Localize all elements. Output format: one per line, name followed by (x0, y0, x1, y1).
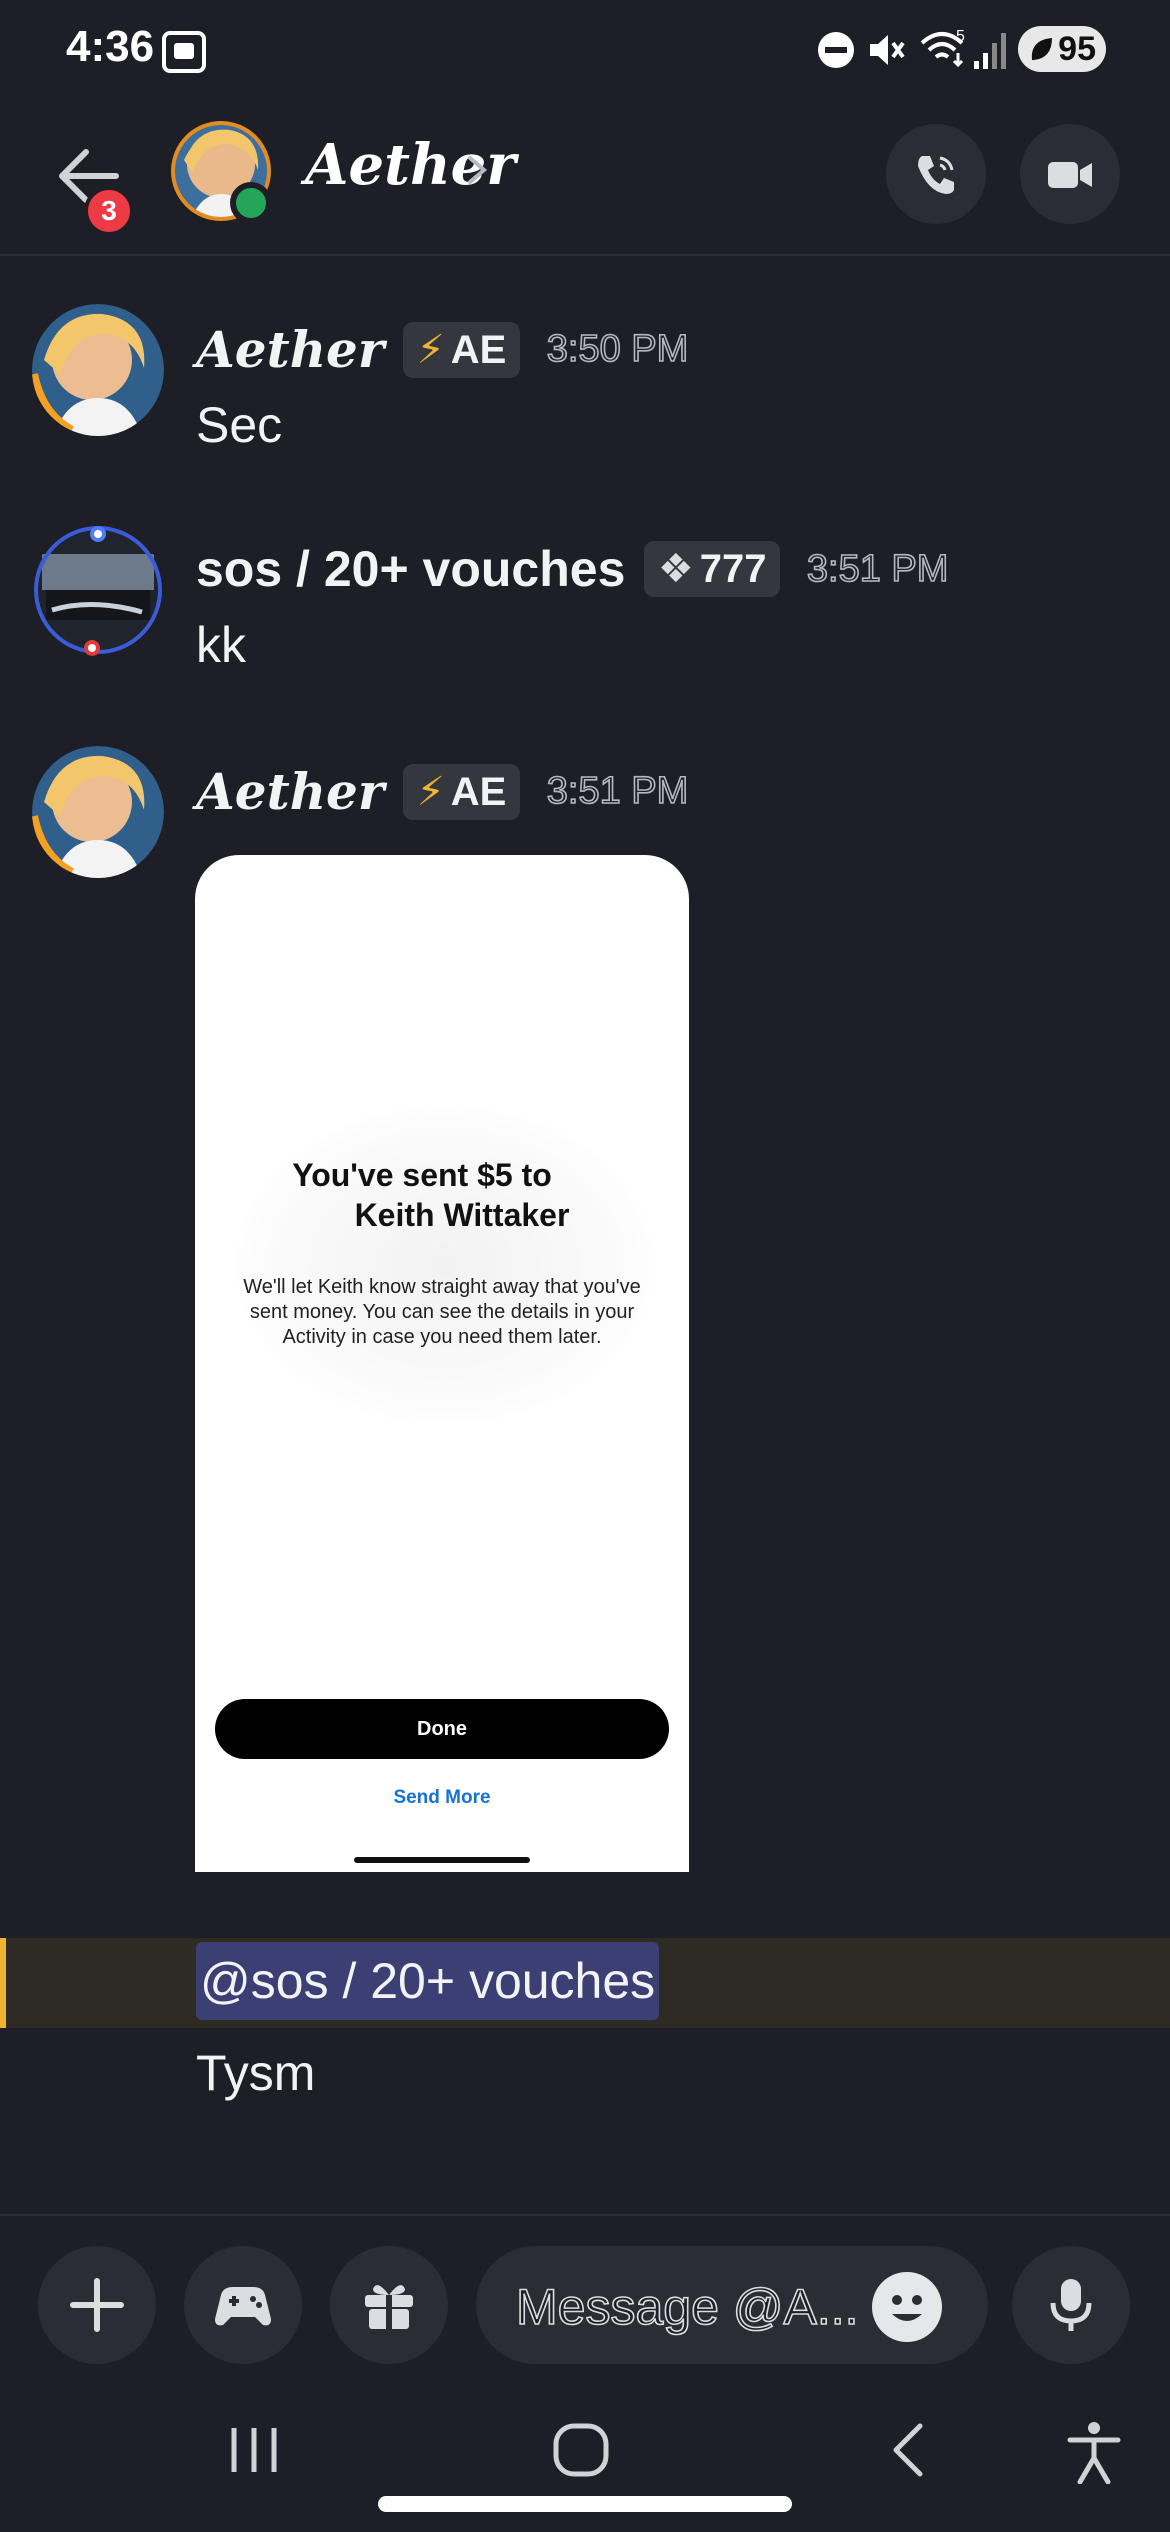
server-tag-label: 777 (699, 547, 767, 591)
send-more-link: Send More (393, 1787, 491, 1808)
battery-level: 95 (1058, 30, 1096, 68)
online-status-indicator (230, 182, 272, 224)
svg-text:5: 5 (956, 28, 965, 45)
lightning-icon: ⚡ (416, 327, 445, 372)
gamepad-icon (215, 2287, 271, 2326)
phone-call-icon (918, 156, 954, 194)
server-tag-label: AE (450, 769, 507, 814)
power-saving-icon (1031, 38, 1052, 60)
wifi-icon: 5 (920, 28, 965, 68)
server-tag[interactable]: ⚡ AE (402, 763, 521, 820)
video-call-button[interactable] (1020, 124, 1120, 224)
screenshot-icon (162, 31, 206, 73)
server-tag[interactable]: ⚡ AE (402, 321, 521, 378)
chevron-right-icon[interactable] (462, 150, 492, 190)
emoji-icon (892, 2295, 922, 2321)
voice-message-button[interactable] (1012, 2246, 1130, 2364)
message-input-placeholder: Message @A... (515, 2278, 859, 2336)
unread-badge: 3 (84, 186, 134, 236)
message-input[interactable]: Message @A... (476, 2246, 988, 2364)
avatar[interactable] (32, 746, 164, 878)
username[interactable]: sos / 20+ vouches (196, 540, 625, 598)
username[interactable]: Aether (196, 320, 384, 379)
discord-dm-screen: 4:36 5 95 3 Aether Aether ⚡ AE 3:50 PM S… (0, 0, 1170, 2532)
message-text: Tysm (196, 2045, 316, 2101)
battery-icon: 95 (1018, 26, 1106, 72)
dm-header: 3 Aether (0, 110, 1170, 256)
server-tag[interactable]: ❖ 777 (643, 541, 781, 597)
plus-icon (70, 2278, 124, 2332)
mute-icon (870, 35, 905, 65)
mention-highlight-row: @sos / 20+ vouches (0, 1938, 1170, 2028)
lightning-icon: ⚡ (416, 769, 445, 814)
server-tag-label: AE (450, 327, 507, 372)
add-attachment-button[interactable] (38, 2246, 156, 2364)
gift-button[interactable] (330, 2246, 448, 2364)
timestamp: 3:51 PM (546, 769, 689, 813)
emoji-button[interactable] (872, 2272, 942, 2342)
voice-call-button[interactable] (886, 124, 986, 224)
status-bar: 4:36 5 95 (0, 0, 1170, 100)
activities-button[interactable] (184, 2246, 302, 2364)
avatar[interactable] (32, 524, 164, 656)
home-icon[interactable] (550, 2420, 612, 2480)
timestamp: 3:50 PM (546, 327, 689, 371)
gesture-handle[interactable] (378, 2496, 792, 2512)
avatar[interactable] (32, 304, 164, 436)
microphone-icon (1050, 2279, 1092, 2331)
home-indicator (354, 1857, 530, 1863)
sparkle-icon: ❖ (657, 547, 694, 591)
signal-icon (974, 33, 1006, 69)
payment-confirmation-title: You've sent $5 to Keith Wittaker (292, 1157, 570, 1233)
message-header: sos / 20+ vouches ❖ 777 3:51 PM (196, 540, 949, 610)
system-navigation-bar (0, 2384, 1170, 2532)
timestamp: 3:51 PM (806, 547, 949, 591)
accessibility-icon[interactable] (1066, 2420, 1122, 2484)
message-text: kk (196, 617, 246, 673)
back-icon[interactable] (884, 2420, 934, 2480)
status-time: 4:36 (66, 22, 155, 71)
payment-confirmation-description: We'll let Keith know straight away that … (243, 1276, 641, 1348)
done-button: Done (215, 1699, 669, 1759)
user-mention[interactable]: @sos / 20+ vouches (196, 1942, 660, 2020)
dnd-icon (818, 32, 854, 68)
gift-icon (365, 2285, 413, 2329)
mention-indicator (0, 1938, 6, 2028)
video-camera-icon (1048, 162, 1092, 188)
recent-apps-icon[interactable] (226, 2420, 282, 2480)
message-header: Aether ⚡ AE 3:50 PM (196, 320, 689, 390)
chat-input-bar: Message @A... (0, 2214, 1170, 2384)
image-attachment[interactable]: You've sent $5 to Keith Wittaker We'll l… (195, 855, 689, 1872)
message-header: Aether ⚡ AE 3:51 PM (196, 762, 689, 832)
message-text: Sec (196, 397, 283, 453)
username[interactable]: Aether (196, 762, 384, 821)
